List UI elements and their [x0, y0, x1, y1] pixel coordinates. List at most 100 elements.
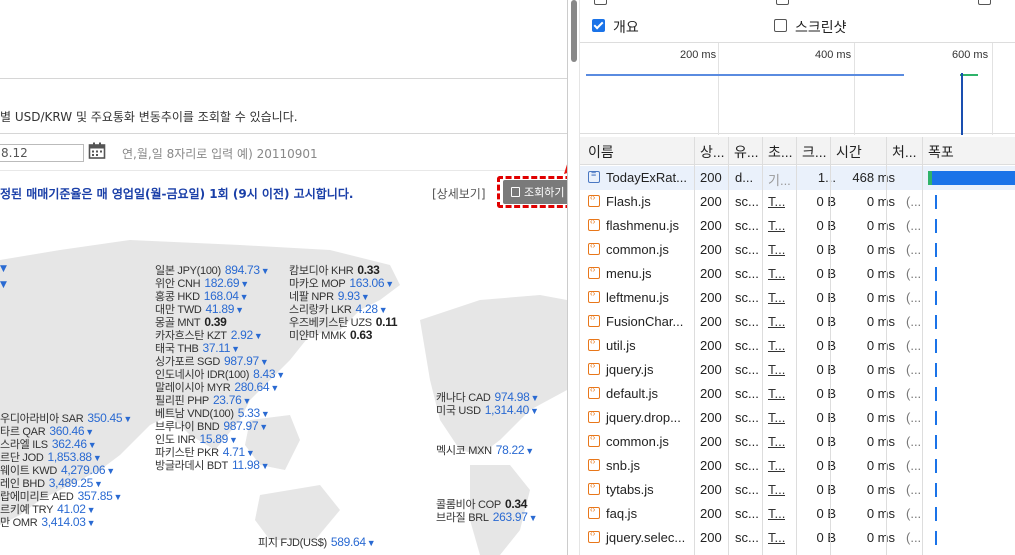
request-name-text: snb.js: [606, 458, 640, 473]
down-arrow-icon: ▼: [86, 518, 96, 528]
request-process-text: (...: [906, 266, 922, 281]
down-arrow-icon: ▼: [0, 264, 7, 274]
table-row[interactable]: jquery.selec...200sc...T...0 B0 ms(...: [580, 526, 1015, 550]
request-type-text: sc...: [735, 362, 759, 377]
overview-checkbox[interactable]: [592, 19, 605, 32]
request-status: 200: [700, 338, 722, 353]
script-icon: [588, 242, 600, 255]
screenshot-checkbox[interactable]: [774, 19, 787, 32]
request-initiator-text: T...: [768, 362, 786, 377]
detail-link[interactable]: [상세보기]: [432, 185, 486, 202]
request-initiator-text: T...: [768, 434, 786, 449]
table-row[interactable]: snb.js200sc...T...0 B0 ms(...: [580, 454, 1015, 478]
rate-value: 589.64: [330, 535, 366, 549]
calendar-icon[interactable]: [88, 142, 106, 160]
request-status: 200: [700, 266, 722, 281]
request-type: sc...: [735, 482, 759, 497]
column-process[interactable]: 처...: [888, 137, 917, 165]
request-name-text: common.js: [606, 434, 669, 449]
request-status-text: 200: [700, 218, 722, 233]
table-row[interactable]: FusionChar...200sc...T...0 B0 ms(...: [580, 310, 1015, 334]
script-icon: [588, 410, 600, 423]
column-initiator[interactable]: 초...: [764, 137, 793, 165]
table-row[interactable]: leftmenu.js200sc...T...0 B0 ms(...: [580, 286, 1015, 310]
request-type: sc...: [735, 290, 759, 305]
request-type-text: sc...: [735, 506, 759, 521]
column-status[interactable]: 상...: [696, 137, 725, 165]
timeline-label: 200 ms: [680, 49, 717, 61]
table-row[interactable]: flashmenu.js200sc...T...0 B0 ms(...: [580, 214, 1015, 238]
request-name-text: jquery.selec...: [606, 530, 686, 545]
request-type-text: sc...: [735, 194, 759, 209]
request-name-text: flashmenu.js: [606, 218, 679, 233]
column-size[interactable]: 크...: [798, 137, 827, 165]
down-arrow-icon: ▼: [525, 446, 534, 456]
request-process-text: (...: [906, 386, 922, 401]
table-row[interactable]: jquery.drop...200sc...T...0 B0 ms(...: [580, 406, 1015, 430]
waterfall-bar: [935, 435, 937, 449]
request-process-text: (...: [906, 314, 922, 329]
request-status-text: 200: [700, 482, 722, 497]
request-status: 200: [700, 386, 722, 401]
table-row[interactable]: util.js200sc...T...0 B0 ms(...: [580, 334, 1015, 358]
request-time-text: 0 ms: [866, 194, 895, 209]
request-status: 200: [700, 362, 722, 377]
table-row[interactable]: tytabs.js200sc...T...0 B0 ms(...: [580, 478, 1015, 502]
rate-item: 미얀마 MMK 0.63: [289, 327, 372, 343]
scrollbar[interactable]: [568, 0, 580, 555]
request-process: (...: [906, 482, 921, 497]
request-status: 200: [700, 458, 722, 473]
request-status: 200: [700, 218, 722, 233]
rate-value: 0.11: [375, 315, 398, 329]
request-process: (...: [906, 266, 921, 281]
request-status: 200: [700, 194, 722, 209]
request-process-text: (...: [906, 458, 922, 473]
rate-label: 미얀마 MMK: [289, 330, 346, 342]
script-icon: [588, 362, 600, 375]
request-name-text: util.js: [606, 338, 636, 353]
table-row[interactable]: TodayExRat...200d...기...1...468 ms: [580, 166, 1015, 190]
script-icon: [588, 218, 600, 231]
column-type[interactable]: 유...: [730, 137, 759, 165]
request-type-text: d...: [735, 170, 754, 185]
request-type-text: sc...: [735, 242, 759, 257]
table-row[interactable]: common.js200sc...T...0 B0 ms(...: [580, 430, 1015, 454]
table-row[interactable]: Flash.js200sc...T...0 B0 ms(...: [580, 190, 1015, 214]
request-name-text: faq.js: [606, 506, 638, 521]
column-waterfall[interactable]: 폭포: [924, 137, 954, 165]
request-name: util.js: [588, 338, 688, 353]
request-type: sc...: [735, 386, 759, 401]
request-type: sc...: [735, 314, 759, 329]
request-name-text: jquery.js: [606, 362, 654, 377]
timeline-overview[interactable]: 200 ms 400 ms 600 ms: [580, 42, 1015, 135]
table-row[interactable]: default.js200sc...T...0 B0 ms(...: [580, 382, 1015, 406]
rate-value: 0.63: [349, 328, 373, 342]
down-arrow-icon: ▼: [259, 422, 268, 432]
request-status-text: 200: [700, 170, 722, 185]
request-time-text: 0 ms: [866, 458, 895, 473]
waterfall-bar: [935, 363, 937, 377]
table-row[interactable]: common.js200sc...T...0 B0 ms(...: [580, 238, 1015, 262]
waterfall-bar: [935, 291, 937, 305]
request-type-text: sc...: [735, 434, 759, 449]
rate-item: 방글라데시 BDT 11.98▼: [155, 457, 270, 473]
script-icon: [588, 434, 600, 447]
request-type-text: sc...: [735, 386, 759, 401]
request-name-text: Flash.js: [606, 194, 651, 209]
table-row[interactable]: faq.js200sc...T...0 B0 ms(...: [580, 502, 1015, 526]
script-icon: [588, 266, 600, 279]
down-arrow-icon: ▼: [260, 461, 270, 471]
request-initiator: T...: [768, 434, 785, 449]
request-time-text: 468 ms: [852, 170, 895, 185]
request-status: 200: [700, 314, 722, 329]
request-process-text: (...: [906, 506, 922, 521]
script-icon: [588, 530, 600, 543]
request-process: (...: [906, 338, 921, 353]
column-name[interactable]: 이름: [584, 137, 614, 165]
date-input[interactable]: [0, 144, 84, 162]
request-process-text: (...: [906, 290, 922, 305]
scrollbar-thumb[interactable]: [571, 0, 577, 62]
column-time[interactable]: 시간: [832, 137, 862, 165]
table-row[interactable]: jquery.js200sc...T...0 B0 ms(...: [580, 358, 1015, 382]
table-row[interactable]: menu.js200sc...T...0 B0 ms(...: [580, 262, 1015, 286]
